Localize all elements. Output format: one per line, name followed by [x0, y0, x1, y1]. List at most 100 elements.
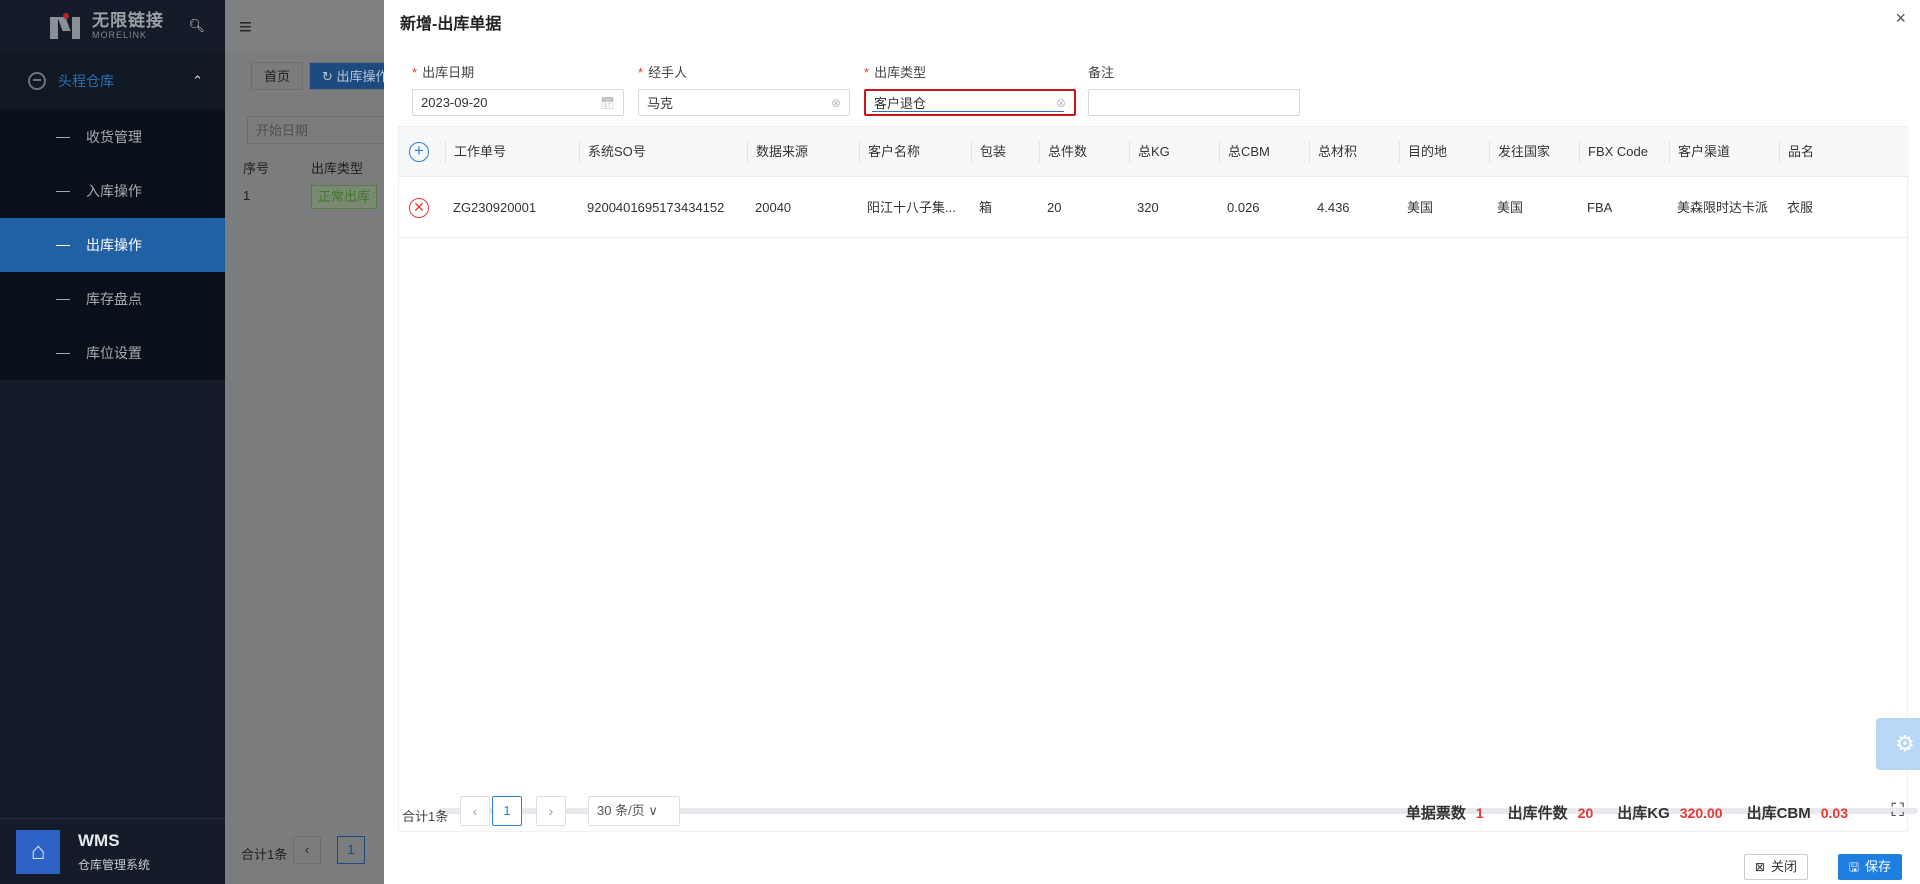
tab-outbound-label: 出库操作: [336, 69, 389, 84]
col-header: 客户渠道: [1669, 141, 1730, 163]
status-badge: 正常出库: [311, 185, 378, 209]
remark-field: 备注: [1088, 62, 1300, 116]
col-header: 客户名称: [859, 141, 920, 163]
table-footer: 合计1条 ‹ 1 › 30 条/页 ∨ 单据票数 1 出库件数 20 出库KG …: [398, 796, 1918, 832]
tickets-value: 1: [1475, 804, 1484, 821]
cell-so-no: 9200401695173434152: [587, 200, 725, 215]
col-header: 总件数: [1039, 141, 1087, 163]
app-root: 无限链接 MORELINK 🔍︎ 头程仓库 ⌃ 收货管理 入库操作 出库操作 库…: [0, 0, 1920, 884]
cell-packaging: 箱: [979, 200, 993, 215]
sidebar-group-warehouse[interactable]: 头程仓库 ⌃: [0, 52, 225, 110]
table-row: ✕ ZG230920001 9200401695173434152 20040 …: [399, 178, 1909, 238]
date-label: 出库日期: [422, 65, 475, 80]
outbound-date-input[interactable]: 2023-09-20 📅︎: [412, 89, 624, 116]
bg-total-count: 合计1条: [241, 847, 288, 862]
cbm-value: 0.03: [1820, 804, 1848, 821]
cell-country: 美国: [1497, 200, 1524, 215]
app-name: WMS: [78, 830, 120, 850]
col-header: 发往国家: [1489, 141, 1550, 163]
current-page-button[interactable]: 1: [492, 796, 522, 826]
pieces-value: 20: [1577, 804, 1594, 821]
home-button[interactable]: ⌂: [16, 829, 60, 874]
bg-prev-page[interactable]: ‹: [293, 836, 321, 864]
globe-icon: [28, 72, 46, 90]
outbound-date-value: 2023-09-20: [421, 95, 488, 110]
date-field: * 出库日期 2023-09-20 📅︎: [412, 62, 624, 116]
cell-channel: 美森限时达卡派: [1677, 200, 1769, 215]
col-header: 总KG: [1129, 141, 1170, 163]
sidebar-item-outbound[interactable]: 出库操作: [0, 218, 225, 272]
col-index-header: 序号: [243, 161, 270, 176]
col-header: 工作单号: [445, 141, 506, 163]
outbound-type-select[interactable]: 客户退仓 ⊗: [864, 89, 1076, 116]
delete-row-button[interactable]: ✕: [409, 198, 429, 218]
close-icon[interactable]: ×: [1895, 8, 1906, 29]
clear-icon[interactable]: ⊗: [831, 96, 841, 110]
sidebar-item-label: 库位设置: [86, 345, 142, 361]
remark-input[interactable]: [1088, 89, 1300, 116]
sidebar-item-locations[interactable]: 库位设置: [0, 326, 225, 380]
save-button-label: 保存: [1864, 859, 1891, 874]
calendar-icon: 📅︎: [599, 95, 615, 110]
home-icon: ⌂: [30, 837, 46, 865]
row-index: 1: [243, 188, 251, 203]
cell-customer: 阳江十八子集...: [867, 200, 956, 215]
handler-field: * 经手人 马克 ⊗: [638, 62, 850, 116]
col-header: 包装: [971, 141, 1006, 163]
cbm-label: 出库CBM: [1746, 805, 1811, 822]
fullscreen-icon[interactable]: ⛶: [1891, 800, 1904, 821]
sidebar-item-label: 入库操作: [86, 183, 142, 199]
sidebar-footer: ⌂ WMS 仓库管理系统: [0, 818, 225, 884]
cell-total-pieces: 20: [1047, 200, 1062, 215]
tickets-label: 单据票数: [1405, 805, 1466, 822]
cell-work-no: ZG230920001: [453, 200, 537, 215]
cell-total-volume: 4.436: [1317, 200, 1350, 215]
close-box-icon: ⊠: [1754, 860, 1765, 874]
cell-source: 20040: [755, 200, 792, 215]
page-size-select[interactable]: 30 条/页 ∨: [588, 796, 680, 826]
start-date-input[interactable]: 开始日期: [247, 116, 407, 144]
save-icon: 🖫︎: [1848, 860, 1859, 874]
type-label: 出库类型: [874, 65, 927, 80]
sidebar-item-label: 库存盘点: [86, 291, 142, 307]
settings-gear-icon[interactable]: ⚙: [1876, 718, 1920, 770]
chevron-up-icon: ⌃: [192, 73, 203, 88]
col-header: 目的地: [1399, 141, 1447, 163]
total-count: 合计1条: [402, 809, 449, 824]
close-button[interactable]: ⊠ 关闭: [1743, 854, 1808, 880]
page-size-value: 30 条/页: [597, 803, 645, 818]
sidebar-item-label: 收货管理: [86, 129, 142, 145]
bg-current-page[interactable]: 1: [337, 836, 365, 864]
col-header: 系统SO号: [579, 141, 646, 163]
save-button[interactable]: 🖫︎ 保存: [1837, 854, 1902, 880]
search-icon[interactable]: 🔍︎: [188, 18, 205, 34]
col-header: 数据来源: [747, 141, 808, 163]
type-field: * 出库类型 客户退仓 ⊗: [864, 62, 1076, 116]
next-page-button[interactable]: ›: [536, 796, 566, 826]
chevron-down-icon: ∨: [648, 803, 658, 818]
prev-page-button[interactable]: ‹: [460, 796, 490, 826]
sidebar-item-stocktake[interactable]: 库存盘点: [0, 272, 225, 326]
tab-home[interactable]: 首页: [251, 62, 304, 90]
add-row-button[interactable]: +: [409, 142, 429, 162]
menu-collapse-icon[interactable]: ≡: [239, 14, 252, 40]
col-header: 总CBM: [1219, 141, 1270, 163]
col-header: 品名: [1779, 141, 1814, 163]
handler-value: 马克: [647, 96, 674, 111]
sidebar-item-inbound[interactable]: 入库操作: [0, 164, 225, 218]
handler-label: 经手人: [648, 65, 688, 80]
page-tabs: 首页 ↻ 出库操作: [251, 62, 402, 90]
col-type-header: 出库类型: [311, 161, 364, 176]
cell-fbx-code: FBA: [1587, 200, 1613, 215]
cell-total-cbm: 0.026: [1227, 200, 1260, 215]
drawer-title: 新增-出库单据: [400, 16, 502, 33]
clear-icon[interactable]: ⊗: [1056, 96, 1066, 110]
cell-destination: 美国: [1407, 200, 1434, 215]
handler-select[interactable]: 马克 ⊗: [638, 89, 850, 116]
sidebar-item-receiving[interactable]: 收货管理: [0, 110, 225, 164]
col-header: FBX Code: [1579, 141, 1648, 163]
close-button-label: 关闭: [1770, 859, 1797, 874]
logo: 无限链接 MORELINK 🔍︎: [0, 0, 225, 52]
kg-value: 320.00: [1679, 804, 1723, 821]
outbound-type-value: 客户退仓: [874, 96, 927, 111]
